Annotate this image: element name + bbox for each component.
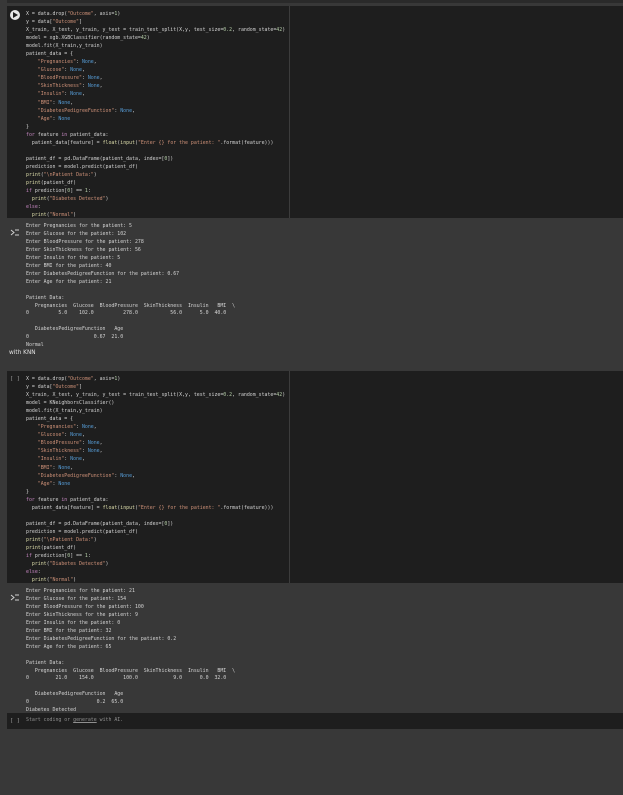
output-toggle-icon[interactable] [10, 222, 20, 241]
code-editor[interactable]: X = data.drop("Outcome", axis=1) y = dat… [26, 10, 617, 219]
cell-output-text: Enter Pregnancies for the patient: 5 Ent… [26, 223, 236, 349]
empty-code-cell[interactable]: [ ] Start coding or generate with AI. [7, 713, 623, 729]
top-border [7, 0, 623, 3]
generate-link[interactable]: generate [73, 717, 97, 723]
code-cell-xgboost[interactable]: X = data.drop("Outcome", axis=1) y = dat… [7, 6, 623, 218]
code-editor[interactable]: X = data.drop("Outcome", axis=1) y = dat… [26, 375, 617, 584]
output-area-xgboost: Enter Pregnancies for the patient: 5 Ent… [7, 220, 623, 348]
code-cell-knn[interactable]: [ ] X = data.drop("Outcome", axis=1) y =… [7, 371, 623, 583]
execution-count[interactable]: [ ] [10, 717, 20, 725]
play-icon [13, 12, 18, 18]
cell-placeholder[interactable]: Start coding or generate with AI. [26, 717, 123, 723]
output-area-knn: Enter Pregnancies for the patient: 21 En… [7, 585, 623, 713]
output-toggle-icon[interactable] [10, 587, 20, 606]
placeholder-prefix: Start coding or [26, 717, 74, 723]
placeholder-suffix: with AI. [96, 717, 124, 723]
run-cell-button[interactable] [10, 10, 20, 20]
cell-output-text: Enter Pregnancies for the patient: 21 En… [26, 588, 236, 714]
markdown-heading: with KNN [9, 350, 36, 356]
execution-count[interactable]: [ ] [10, 375, 20, 383]
